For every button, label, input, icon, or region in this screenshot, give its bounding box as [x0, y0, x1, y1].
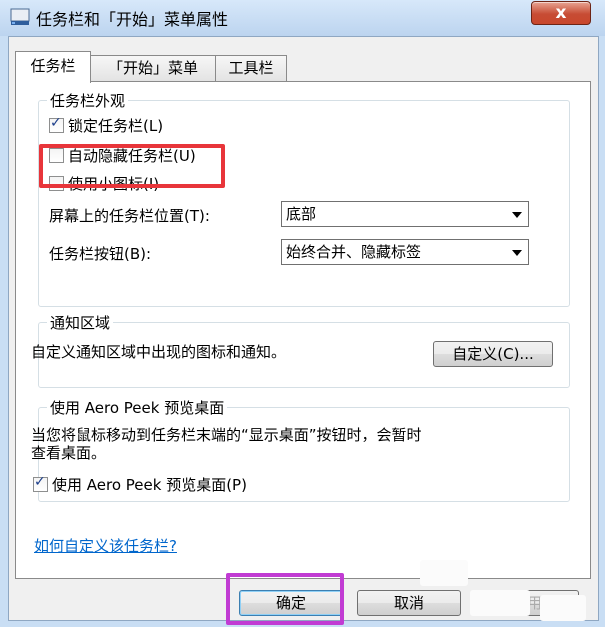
customize-button[interactable]: 自定义(C)... — [433, 341, 553, 367]
taskbar-buttons-select[interactable]: 始终合并、隐藏标签 — [281, 239, 529, 265]
lock-taskbar-checkbox[interactable] — [49, 115, 64, 133]
aero-peek-label: 使用 Aero Peek 预览桌面(P) — [52, 476, 247, 494]
help-link[interactable]: 如何自定义该任务栏? — [34, 535, 177, 556]
close-button[interactable]: x — [531, 1, 591, 25]
taskbar-position-value: 底部 — [286, 205, 317, 223]
aero-peek-group-title: 使用 Aero Peek 预览桌面 — [47, 397, 228, 418]
aero-peek-option[interactable]: 使用 Aero Peek 预览桌面(P) — [33, 474, 247, 495]
taskbar-buttons-label: 任务栏按钮(B): — [49, 245, 152, 263]
appearance-group: 任务栏外观 锁定任务栏(L) 自动隐藏任务栏(U) 使用小图标(I) 屏幕上的任… — [38, 90, 570, 307]
chevron-down-icon — [512, 212, 522, 218]
tab-toolbars[interactable]: 工具栏 — [215, 55, 287, 81]
close-icon: x — [555, 3, 567, 23]
aero-peek-checkbox[interactable] — [33, 474, 48, 492]
taskbar-buttons-value: 始终合并、隐藏标签 — [286, 243, 422, 261]
autohide-highlight-box — [39, 144, 225, 188]
title-bar: 任务栏和「开始」菜单属性 x — [0, 0, 605, 36]
ok-highlight-box — [226, 573, 344, 625]
appearance-group-title: 任务栏外观 — [47, 90, 129, 111]
dialog-body: 任务栏 「开始」菜单 工具栏 任务栏外观 锁定任务栏(L) 自动隐藏任务栏(U)… — [8, 36, 599, 621]
aero-peek-group: 使用 Aero Peek 预览桌面 当您将鼠标移动到任务栏末端的“显示桌面”按钮… — [31, 397, 570, 502]
cancel-button[interactable]: 取消 — [357, 590, 461, 616]
notification-group-title: 通知区域 — [47, 312, 114, 333]
window-title: 任务栏和「开始」菜单属性 — [36, 10, 229, 29]
lock-taskbar-label: 锁定任务栏(L) — [68, 117, 164, 135]
tab-taskbar[interactable]: 任务栏 — [15, 51, 91, 83]
lock-taskbar-option[interactable]: 锁定任务栏(L) — [49, 115, 163, 136]
taskbar-properties-icon — [10, 8, 30, 25]
watermark-patch — [420, 560, 468, 586]
taskbar-position-select[interactable]: 底部 — [281, 201, 529, 227]
notification-group: 通知区域 自定义通知区域中出现的图标和通知。 自定义(C)... — [31, 312, 570, 388]
tab-start-menu[interactable]: 「开始」菜单 — [90, 55, 216, 81]
taskbar-position-label: 屏幕上的任务栏位置(T): — [49, 207, 210, 225]
notification-description: 自定义通知区域中出现的图标和通知。 — [31, 343, 287, 361]
watermark-patch — [540, 595, 586, 621]
aero-peek-description-line2: 查看桌面。 — [31, 444, 107, 462]
watermark-patch — [470, 590, 530, 616]
chevron-down-icon — [512, 250, 522, 256]
